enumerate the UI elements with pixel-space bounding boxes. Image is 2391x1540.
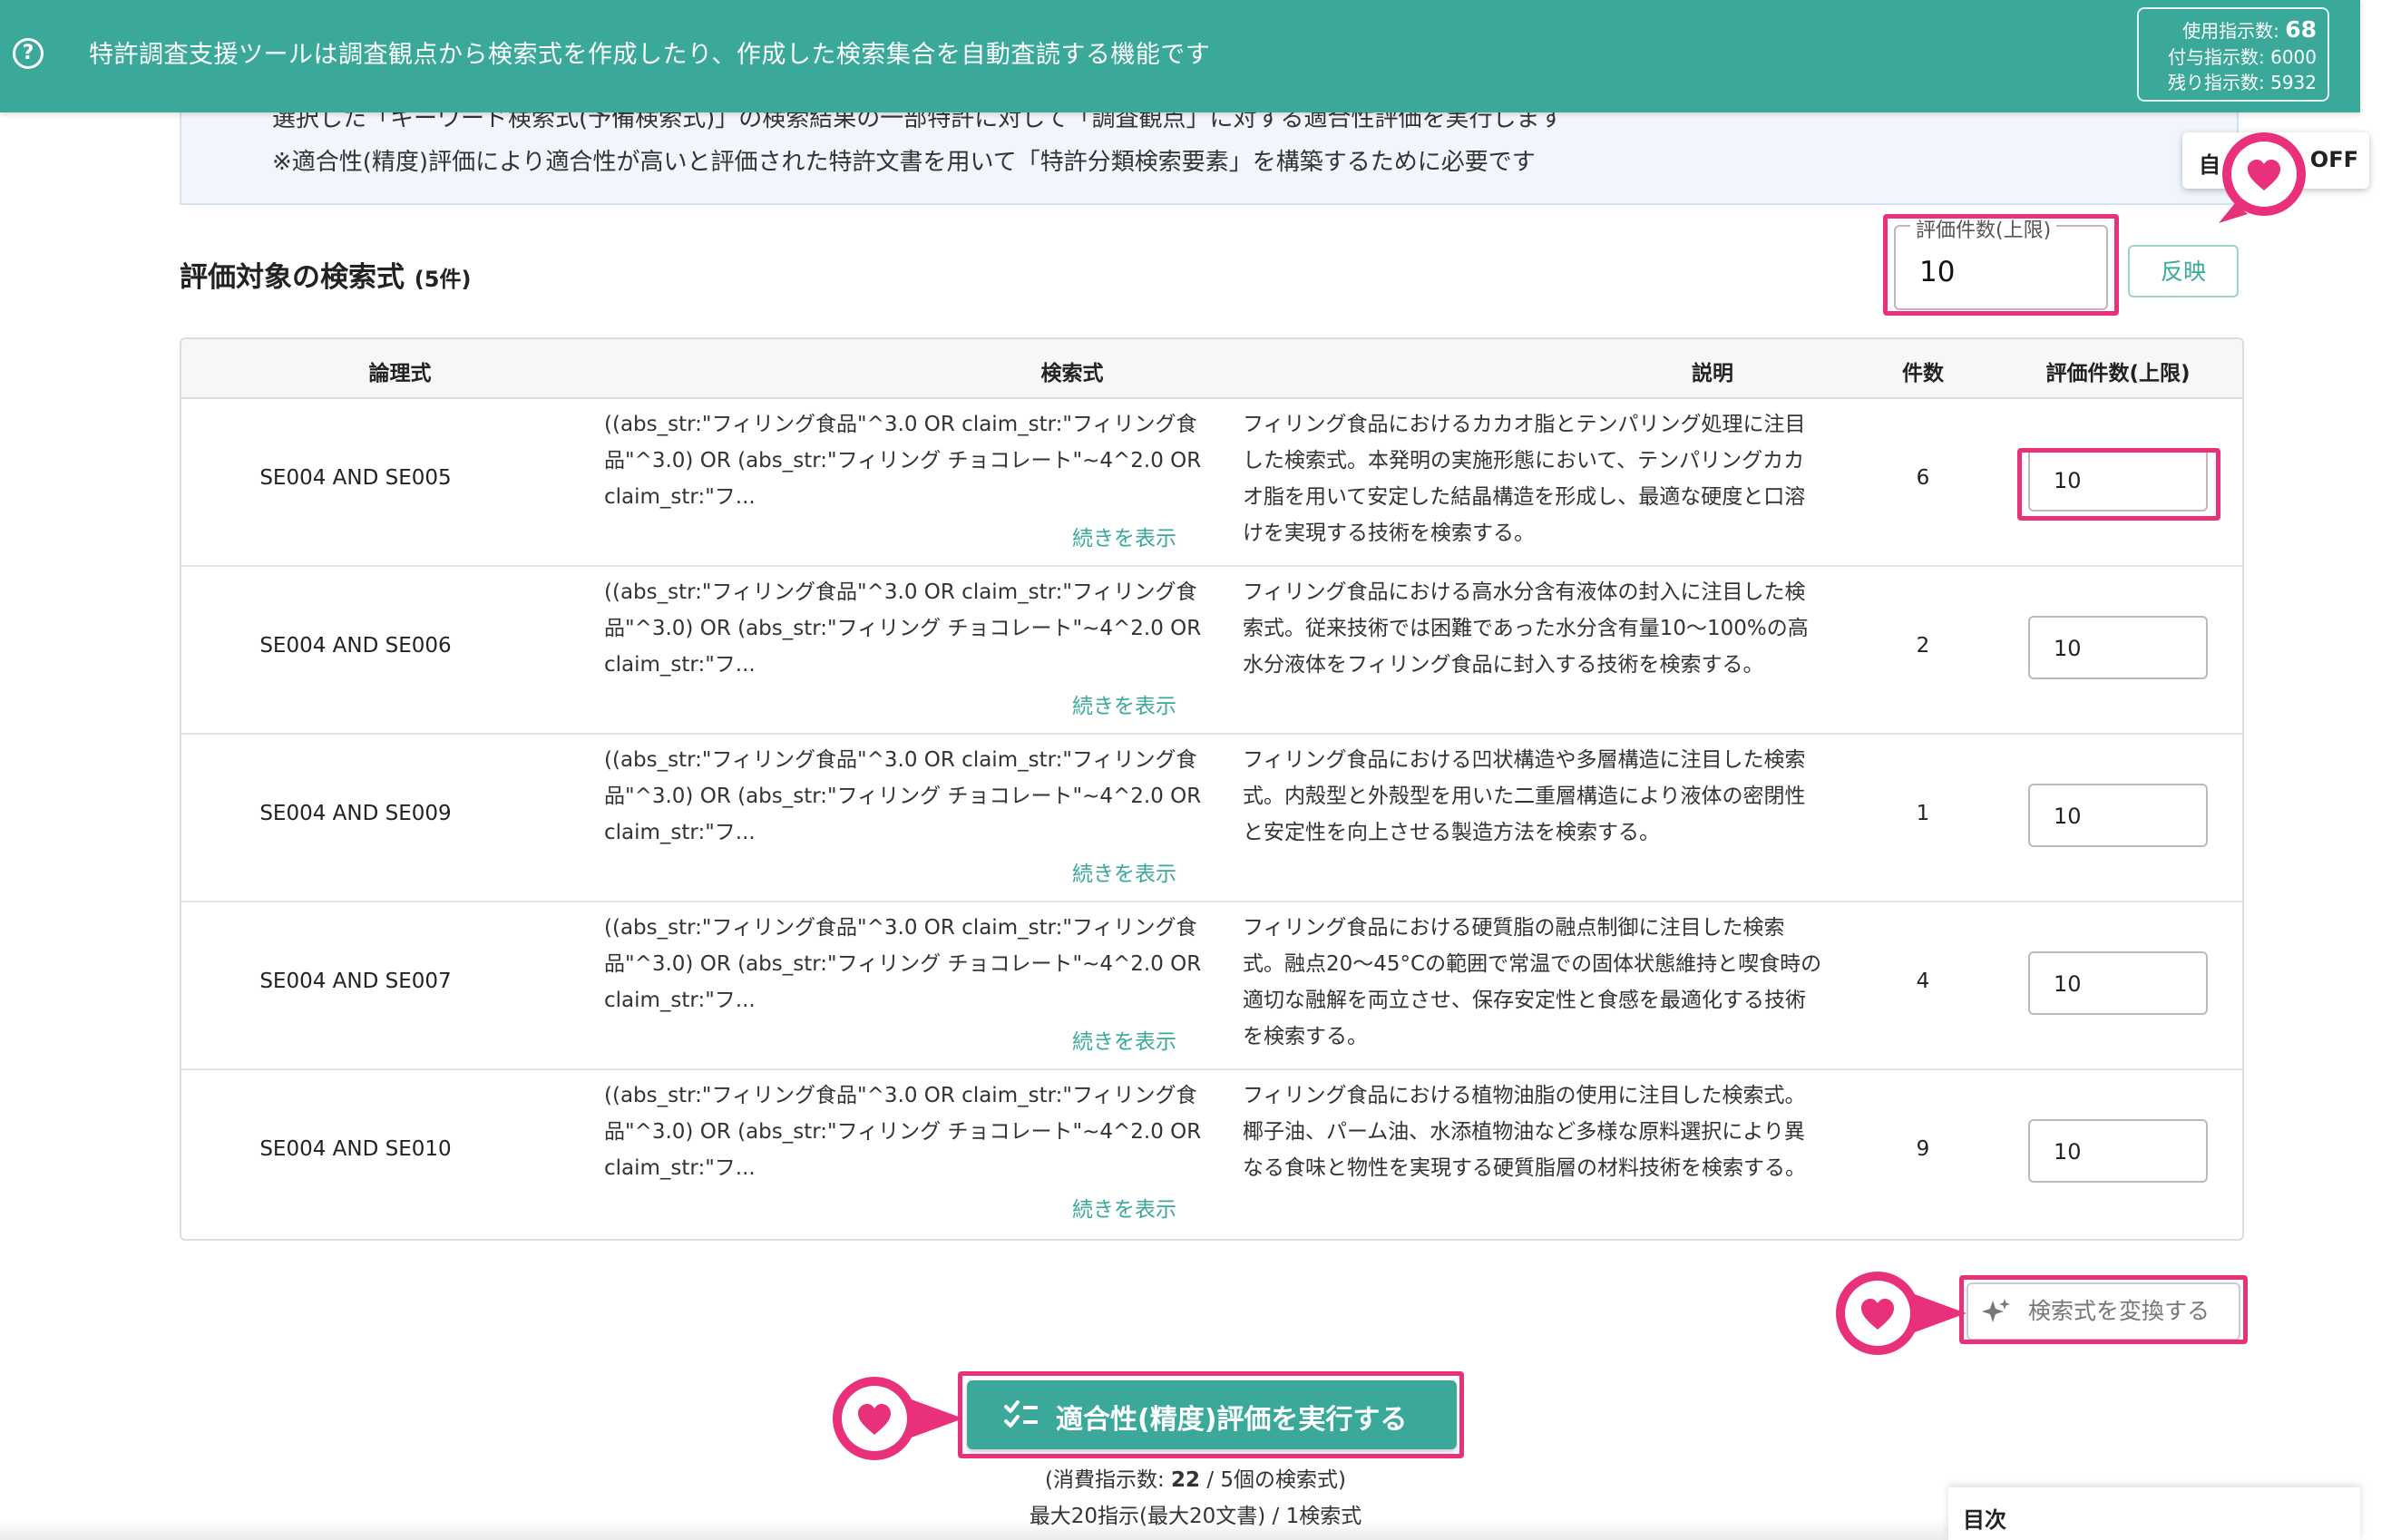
header-logic: 論理式 <box>368 362 432 385</box>
row-count: 4 <box>1916 970 1930 993</box>
convert-button-label: 検索式を変換する <box>2028 1298 2210 1324</box>
row-query: ((abs_str:"フィリング食品"^3.0 OR claim_str:"フィ… <box>604 1084 1202 1180</box>
toc-panel[interactable]: 目次 <box>1948 1487 2360 1540</box>
row-description: フィリング食品における高水分含有液体の封入に注目した検索式。従来技術では困難であ… <box>1243 580 1809 677</box>
search-query-table: 論理式 検索式 説明 件数 評価件数(上限) SE004 AND SE005 (… <box>180 337 2244 1241</box>
row-limit-value: 10 <box>2054 1139 2082 1165</box>
consume-suffix: / 5個の検索式) <box>1200 1468 1347 1492</box>
row-logic: SE004 AND SE007 <box>259 970 452 993</box>
row-limit-value: 10 <box>2054 804 2082 829</box>
show-more-link[interactable]: 続きを表示 <box>1072 688 1176 719</box>
row-limit-input[interactable]: 10 <box>2028 448 2208 512</box>
table-row: SE004 AND SE009 ((abs_str:"フィリング食品"^3.0 … <box>181 733 2242 902</box>
banner-text: 特許調査支援ツールは調査観点から検索式を作成したり、作成した検索集合を自動査読す… <box>89 41 1211 69</box>
row-description: フィリング食品におけるカカオ脂とテンパリング処理に注目した検索式。本発明の実施形… <box>1243 413 1806 545</box>
header-query: 検索式 <box>1040 362 1104 385</box>
row-logic: SE004 AND SE006 <box>259 634 452 658</box>
section-title: 評価対象の検索式 (5件) <box>180 254 471 295</box>
section-title-text: 評価対象の検索式 <box>180 261 405 294</box>
info-line-2: ※適合性(精度)評価により適合性が高いと評価された特許文書を用いて「特許分類検索… <box>272 149 1536 176</box>
apply-button[interactable]: 反映 <box>2128 245 2239 297</box>
row-limit-value: 10 <box>2054 636 2082 661</box>
section-count: (5件) <box>414 267 472 292</box>
convert-query-button[interactable]: 検索式を変換する <box>1966 1282 2240 1340</box>
consume-prefix: (消費指示数: <box>1044 1468 1172 1492</box>
table-row: SE004 AND SE010 ((abs_str:"フィリング食品"^3.0 … <box>181 1068 2242 1236</box>
execute-button-label: 適合性(精度)評価を実行する <box>1056 1404 1408 1436</box>
usage-value: 68 <box>2285 16 2317 43</box>
row-logic: SE004 AND SE009 <box>259 802 452 825</box>
header-limit: 評価件数(上限) <box>2045 362 2191 385</box>
table-row: SE004 AND SE005 ((abs_str:"フィリング食品"^3.0 … <box>181 397 2242 567</box>
usage-counter: 使用指示数: 68 付与指示数: 6000 残り指示数: 5932 <box>2137 7 2329 102</box>
row-query: ((abs_str:"フィリング食品"^3.0 OR claim_str:"フィ… <box>604 580 1202 677</box>
header-count: 件数 <box>1902 362 1944 385</box>
top-banner: ? 特許調査支援ツールは調査観点から検索式を作成したり、作成した検索集合を自動査… <box>0 0 2360 112</box>
toc-label: 目次 <box>1963 1507 2006 1533</box>
table-header: 論理式 検索式 説明 件数 評価件数(上限) <box>181 339 2242 399</box>
row-limit-value: 10 <box>2054 971 2082 997</box>
granted-value: 6000 <box>2270 46 2317 68</box>
show-more-link[interactable]: 続きを表示 <box>1072 521 1176 551</box>
row-query: ((abs_str:"フィリング食品"^3.0 OR claim_str:"フィ… <box>604 748 1202 844</box>
granted-label: 付与指示数: <box>2167 46 2265 68</box>
row-description: フィリング食品における凹状構造や多層構造に注目した検索式。内殻型と外殻型を用いた… <box>1243 748 1806 844</box>
show-more-link[interactable]: 続きを表示 <box>1072 856 1176 887</box>
execute-evaluation-button[interactable]: 適合性(精度)評価を実行する <box>967 1380 1457 1449</box>
row-logic: SE004 AND SE010 <box>259 1137 452 1161</box>
table-row: SE004 AND SE006 ((abs_str:"フィリング食品"^3.0 … <box>181 565 2242 735</box>
row-count: 1 <box>1916 802 1930 825</box>
show-more-link[interactable]: 続きを表示 <box>1072 1024 1176 1055</box>
row-logic: SE004 AND SE005 <box>259 466 452 490</box>
row-description: フィリング食品における植物油脂の使用に注目した検索式。椰子油、パーム油、水添植物… <box>1243 1084 1806 1180</box>
row-limit-value: 10 <box>2054 468 2082 493</box>
row-limit-input[interactable]: 10 <box>2028 616 2208 679</box>
row-limit-input[interactable]: 10 <box>2028 1119 2208 1183</box>
row-limit-input[interactable]: 10 <box>2028 784 2208 847</box>
global-limit-label: 評価件数(上限) <box>1910 214 2057 243</box>
sparkle-icon <box>1982 1299 2010 1322</box>
auto-toggle-state: OFF <box>2309 147 2358 172</box>
global-limit-field[interactable]: 評価件数(上限) 10 <box>1894 214 2108 310</box>
remaining-value: 5932 <box>2270 72 2317 93</box>
row-description: フィリング食品における硬質脂の融点制御に注目した検索式。融点20〜45°Cの範囲… <box>1243 916 1822 1048</box>
bottom-shadow <box>0 1520 1948 1540</box>
show-more-link[interactable]: 続きを表示 <box>1072 1192 1176 1223</box>
row-limit-input[interactable]: 10 <box>2028 951 2208 1015</box>
table-row: SE004 AND SE007 ((abs_str:"フィリング食品"^3.0 … <box>181 901 2242 1070</box>
heart-marker-icon <box>2219 132 2306 223</box>
global-limit-value: 10 <box>1919 256 1956 288</box>
heart-marker-icon <box>833 1377 963 1460</box>
row-query: ((abs_str:"フィリング食品"^3.0 OR claim_str:"フィ… <box>604 916 1202 1012</box>
help-icon[interactable]: ? <box>13 38 44 69</box>
checklist-icon <box>1004 1400 1038 1428</box>
row-count: 9 <box>1916 1137 1930 1161</box>
remaining-label: 残り指示数: <box>2167 72 2265 93</box>
heart-marker-icon <box>1836 1272 1966 1355</box>
usage-label: 使用指示数: <box>2182 20 2279 42</box>
row-count: 2 <box>1916 634 1930 658</box>
row-count: 6 <box>1916 466 1930 490</box>
consume-value: 22 <box>1171 1468 1201 1492</box>
row-query: ((abs_str:"フィリング食品"^3.0 OR claim_str:"フィ… <box>604 413 1202 509</box>
